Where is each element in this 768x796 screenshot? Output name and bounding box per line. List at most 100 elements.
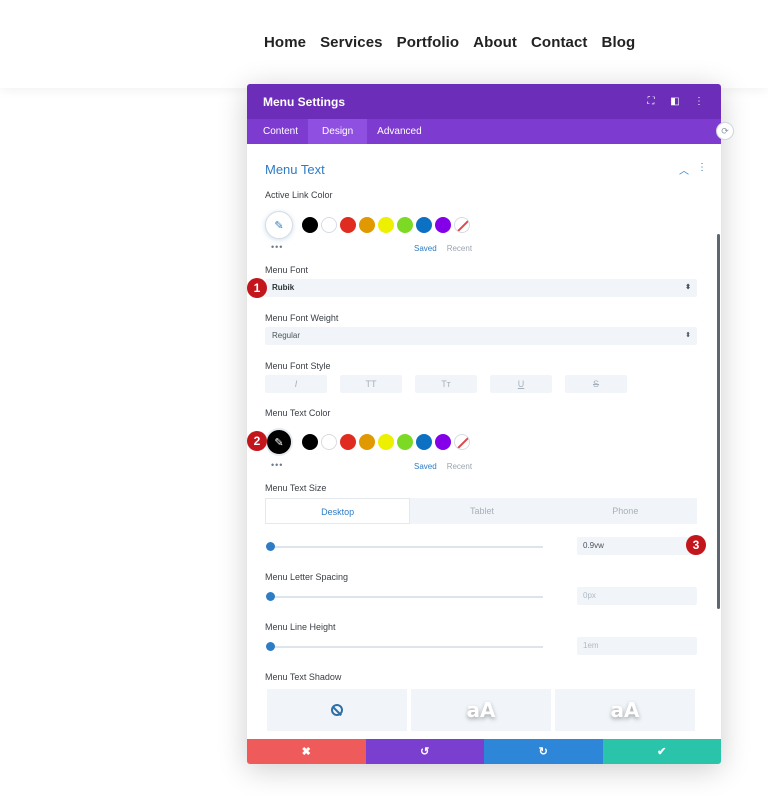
underline-button[interactable]: U [490, 375, 552, 393]
italic-button[interactable]: I [265, 375, 327, 393]
swatch-red[interactable] [340, 434, 356, 450]
tab-phone[interactable]: Phone [554, 498, 697, 524]
menu-font-weight-select[interactable]: Regular ⬍ [265, 327, 697, 345]
nav-home[interactable]: Home [264, 34, 306, 51]
font-style-buttons: I TT Tт U S [265, 375, 627, 393]
tab-desktop[interactable]: Desktop [265, 498, 411, 524]
expand-icon[interactable]: ⛶ [645, 96, 657, 107]
more-dots-icon[interactable]: ••• [271, 460, 283, 470]
uppercase-button[interactable]: TT [340, 375, 402, 393]
eyedropper-icon[interactable]: ✎ [265, 211, 293, 239]
settings-modal: Menu Settings ⛶ ◧ ⋮ Content Design Advan… [247, 84, 721, 764]
device-tabs: Desktop Tablet Phone [265, 498, 697, 524]
modal-footer: ✖ ↺ ↻ ✔ [247, 739, 721, 764]
shadow-preview: aA [610, 698, 640, 722]
text-size-slider-handle[interactable] [266, 542, 275, 551]
swatch-white[interactable] [321, 434, 337, 450]
letter-spacing-slider[interactable] [271, 596, 543, 598]
close-icon[interactable]: ✖ [247, 739, 366, 764]
swatch-purple[interactable] [435, 217, 451, 233]
shadow-preset-1-button[interactable]: aA [411, 689, 551, 731]
line-height-input[interactable]: 1em [577, 637, 697, 655]
swatch-black[interactable] [302, 217, 318, 233]
tab-design[interactable]: Design [308, 119, 368, 144]
text-size-slider[interactable] [271, 546, 543, 548]
menu-letter-spacing-label: Menu Letter Spacing [265, 572, 349, 582]
menu-line-height-label: Menu Line Height [265, 622, 336, 632]
select-arrow-icon: ⬍ [685, 332, 691, 339]
redo-icon[interactable]: ↻ [484, 739, 603, 764]
select-arrow-icon: ⬍ [685, 284, 691, 291]
menu-font-select[interactable]: Rubik ⬍ [265, 279, 697, 297]
drag-handle-icon[interactable]: ⟳ [716, 122, 734, 140]
check-icon[interactable]: ✔ [602, 739, 721, 764]
section-title: Menu Text [265, 162, 325, 177]
swatch-blue[interactable] [416, 434, 432, 450]
nav-blog[interactable]: Blog [602, 34, 636, 51]
swatch-orange[interactable] [359, 434, 375, 450]
more-dots-icon[interactable]: ••• [271, 242, 283, 252]
modal-title: Menu Settings [263, 94, 346, 109]
active-link-swatches [302, 217, 470, 233]
tab-tablet[interactable]: Tablet [410, 498, 553, 524]
swatch-orange[interactable] [359, 217, 375, 233]
nav-contact[interactable]: Contact [531, 34, 588, 51]
modal-header: Menu Settings ⛶ ◧ ⋮ [247, 84, 721, 119]
swatch-clear[interactable] [454, 217, 470, 233]
shadow-preset-2-button[interactable]: aA [555, 689, 695, 731]
saved-tab[interactable]: Saved [414, 462, 437, 471]
site-header: Home Services Portfolio About Contact Bl… [0, 0, 768, 88]
swatch-purple[interactable] [435, 434, 451, 450]
swatch-clear[interactable] [454, 434, 470, 450]
menu-text-swatches [302, 434, 470, 450]
letter-spacing-input[interactable]: 0px [577, 587, 697, 605]
menu-text-size-label: Menu Text Size [265, 483, 327, 493]
menu-font-weight-label: Menu Font Weight [265, 313, 339, 323]
tab-advanced[interactable]: Advanced [367, 119, 431, 144]
no-shadow-icon [331, 704, 343, 716]
chevron-up-icon[interactable]: ︿ [679, 162, 689, 177]
step-marker-1: 1 [247, 278, 267, 298]
eyedropper-icon[interactable]: ✎ [265, 428, 293, 456]
swatch-green[interactable] [397, 217, 413, 233]
step-marker-3: 3 [686, 535, 706, 555]
menu-text-color-label: Menu Text Color [265, 408, 331, 418]
swatch-white[interactable] [321, 217, 337, 233]
swatch-green[interactable] [397, 434, 413, 450]
nav-about[interactable]: About [473, 34, 517, 51]
menu-font-weight-value: Regular [272, 331, 301, 340]
section-header[interactable]: Menu Text ︿ ⋮ [265, 162, 707, 177]
letter-spacing-slider-handle[interactable] [266, 592, 275, 601]
menu-text-shadow-label: Menu Text Shadow [265, 672, 342, 682]
recent-tab[interactable]: Recent [447, 244, 472, 253]
active-link-color-label: Active Link Color [265, 190, 333, 200]
swatch-red[interactable] [340, 217, 356, 233]
saved-tab[interactable]: Saved [414, 244, 437, 253]
split-view-icon[interactable]: ◧ [669, 96, 681, 107]
tab-content[interactable]: Content [253, 119, 308, 144]
swatch-yellow[interactable] [378, 217, 394, 233]
strikethrough-button[interactable]: S [565, 375, 627, 393]
text-shadow-presets: aA aA [267, 689, 695, 731]
menu-font-label: Menu Font [265, 265, 309, 275]
site-nav: Home Services Portfolio About Contact Bl… [264, 34, 635, 51]
menu-font-style-label: Menu Font Style [265, 361, 331, 371]
swatch-yellow[interactable] [378, 434, 394, 450]
more-vertical-icon[interactable]: ⋮ [693, 96, 705, 107]
line-height-slider-handle[interactable] [266, 642, 275, 651]
swatch-blue[interactable] [416, 217, 432, 233]
line-height-slider[interactable] [271, 646, 543, 648]
text-size-input[interactable]: 0.9vw [577, 537, 697, 555]
scrollbar[interactable] [717, 234, 720, 609]
swatch-black[interactable] [302, 434, 318, 450]
modal-tabs: Content Design Advanced [247, 119, 721, 144]
more-vertical-icon[interactable]: ⋮ [697, 162, 707, 177]
nav-services[interactable]: Services [320, 34, 383, 51]
shadow-none-button[interactable] [267, 689, 407, 731]
header-icons: ⛶ ◧ ⋮ [645, 96, 705, 107]
nav-portfolio[interactable]: Portfolio [397, 34, 460, 51]
step-marker-2: 2 [247, 431, 267, 451]
undo-icon[interactable]: ↺ [365, 739, 484, 764]
capitalize-button[interactable]: Tт [415, 375, 477, 393]
recent-tab[interactable]: Recent [447, 462, 472, 471]
